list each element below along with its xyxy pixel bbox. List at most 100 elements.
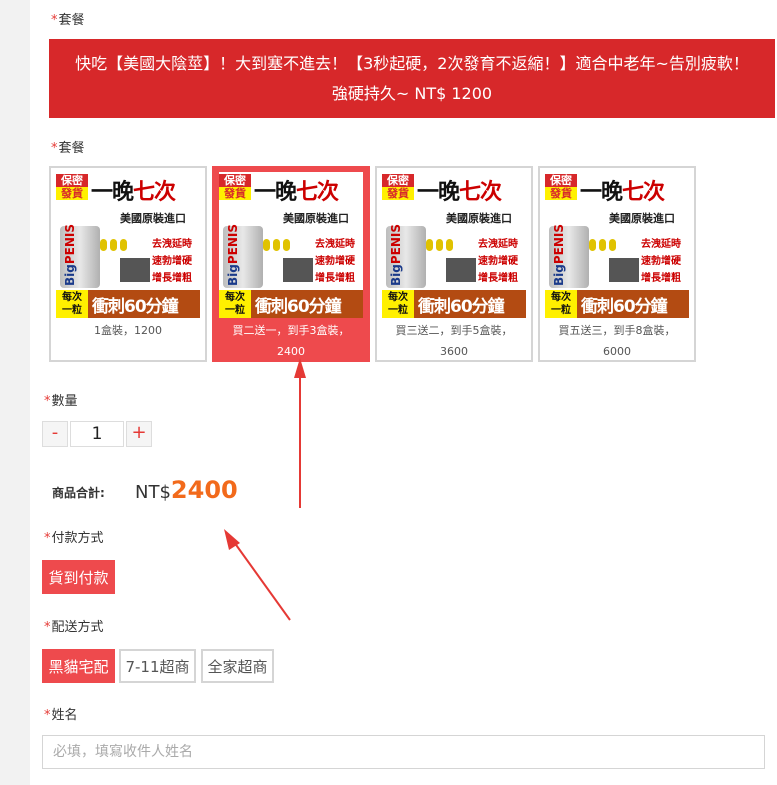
quantity-label-text: 數量 [51,394,78,409]
product-subtitle: 美國原裝進口 [609,212,675,225]
bottle-graphic: BigPENIS [549,223,589,288]
required-mark: * [44,708,51,723]
product-headline: 一晚七次 [580,174,665,206]
pill [263,239,270,251]
name-field[interactable] [42,735,765,769]
package-caption-line-2: 2400 [277,345,305,358]
headline-part-a: 一晚 [580,180,623,205]
bottle-brand-a: Big [389,264,403,286]
secret-badge-top: 保密 [550,174,572,187]
feature-item: 增長增粗 [641,273,681,284]
secret-badge-bottom: 發貨 [219,187,251,200]
payment-option-cod[interactable]: 貨到付款 [42,560,115,594]
arrow-shaft [233,541,291,621]
per-dose-bottom: 一粒 [551,305,571,316]
package-box-graphic [120,258,150,282]
payment-label: *付款方式 [44,527,104,546]
secret-badge-top: 保密 [224,174,246,187]
per-dose-badge: 每次 一粒 [56,290,88,318]
package-option-2[interactable]: 保密 發貨 一晚七次 美國原裝進口 BigPENIS 去洩延時 速勃增硬 增長增… [212,166,370,362]
bottle-brand-b: PENIS [63,223,77,265]
shipping-label-text: 配送方式 [51,620,104,635]
pill [599,239,606,251]
pill [100,239,107,251]
product-bottom-bar: 每次一粒 衝刺60分鐘 [56,290,200,318]
pill [273,239,280,251]
required-mark: * [44,394,51,409]
headline-part-b: 七次 [622,180,665,205]
left-gutter [0,0,30,785]
headline-part-b: 七次 [133,180,176,205]
quantity-minus-button[interactable]: - [42,421,68,447]
shipping-option-family-mart[interactable]: 全家超商 [201,649,274,683]
required-mark: * [44,620,51,635]
feature-list: 去洩延時 速勃增硬 增長增粗 [641,236,681,287]
per-dose-badge: 每次 一粒 [545,290,577,318]
shipping-option-black-cat[interactable]: 黑貓宅配 [42,649,115,683]
secret-shipping-badge: 保密 發貨 [545,174,577,200]
required-mark: * [51,141,58,156]
package-caption-line-1: 買五送三，到手8盒裝， [558,324,676,337]
product-subtitle: 美國原裝進口 [446,212,512,225]
payment-label-text: 付款方式 [51,531,104,546]
shipping-label: *配送方式 [44,616,104,635]
product-image: 保密 發貨 一晚七次 美國原裝進口 BigPENIS 去洩延時 速勃增硬 增長增… [219,172,363,318]
package-option-3[interactable]: 保密 發貨 一晚七次 美國原裝進口 BigPENIS 去洩延時 速勃增硬 增長增… [375,166,533,362]
bottle-graphic: BigPENIS [386,223,426,288]
headline-part-a: 一晚 [254,180,297,205]
pills-graphic [100,236,130,255]
bottle-brand-b: PENIS [552,223,566,265]
pills-graphic [589,236,619,255]
pill [589,239,596,251]
total-label: 商品合計: [52,486,105,500]
package-section-label: *套餐 [51,137,85,156]
per-dose-badge: 每次 一粒 [382,290,414,318]
product-image: 保密 發貨 一晚七次 美國原裝進口 BigPENIS 去洩延時 速勃增硬 增長增… [56,172,200,318]
per-dose-top: 每次 [62,292,82,303]
feature-list: 去洩延時 速勃增硬 增長增粗 [315,236,355,287]
feature-item: 速勃增硬 [641,256,681,267]
shipping-option-711[interactable]: 7-11超商 [119,649,196,683]
product-bottom-bar: 每次 一粒 衝刺60分鐘 [545,290,689,318]
bottle-graphic: BigPENIS [223,224,263,288]
required-mark: * [44,531,51,546]
package-option-4[interactable]: 保密 發貨 一晚七次 美國原裝進口 BigPENIS 去洩延時 速勃增硬 增長增… [538,166,696,362]
per-dose-top: 每次 [551,292,571,303]
pill [426,239,433,251]
package-banner[interactable]: 快吃【美國大陰莖】！大到塞不進去！【3秒起硬，2次發育不返縮！】適合中老年~告別… [49,39,775,118]
quantity-plus-button[interactable]: + [126,421,152,447]
secret-badge-bottom: 發貨 [56,187,88,200]
package-caption: 買五送三，到手8盒裝， 6000 [540,320,694,362]
bottle-brand: BigPENIS [226,224,240,286]
bottle-brand-a: Big [63,264,77,286]
package-caption: 買三送二，到手5盒裝， 3600 [377,320,531,362]
product-image: 保密 發貨 一晚七次 美國原裝進口 BigPENIS 去洩延時 速勃增硬 增長增… [382,172,526,318]
total-price: NT$2400 [135,476,238,504]
product-bottom-bar: 每次 一粒 衝刺60分鐘 [382,290,526,318]
bottle-brand-b: PENIS [389,223,403,265]
bottle-brand-a: Big [552,264,566,286]
feature-item: 增長增粗 [315,273,355,284]
package-caption-line-1: 買三送二，到手5盒裝， [395,324,513,337]
package-box-graphic [283,258,313,282]
total-amount: 2400 [170,476,238,504]
quantity-value[interactable]: 1 [70,421,124,447]
secret-shipping-badge: 保密 發貨 [56,174,88,200]
quantity-label: *數量 [44,390,78,409]
headline-part-b: 七次 [459,180,502,205]
secret-shipping-badge: 保密 發貨 [219,174,251,200]
banner-section-label: *套餐 [51,9,85,28]
pills-graphic [263,236,293,255]
per-dose-bottom: 一粒 [62,305,82,316]
arrow-up-to-package [294,358,306,508]
sprint-text: 衝刺60分鐘 [92,297,179,317]
banner-line-2: 強硬持久~ NT$ 1200 [331,84,493,103]
package-option-1[interactable]: 保密 發貨 一晚七次 美國原裝進口 BigPENIS 去洩延時 速勃增硬 增長增… [49,166,207,362]
feature-item: 去洩延時 [315,239,355,250]
bottle-brand-b: PENIS [226,223,240,265]
per-dose-bottom: 一粒 [388,305,408,316]
pill [283,239,290,251]
name-label-text: 姓名 [51,708,78,723]
product-headline: 一晚七次 [254,174,339,206]
package-caption: 1盒裝，1200 [51,320,205,341]
